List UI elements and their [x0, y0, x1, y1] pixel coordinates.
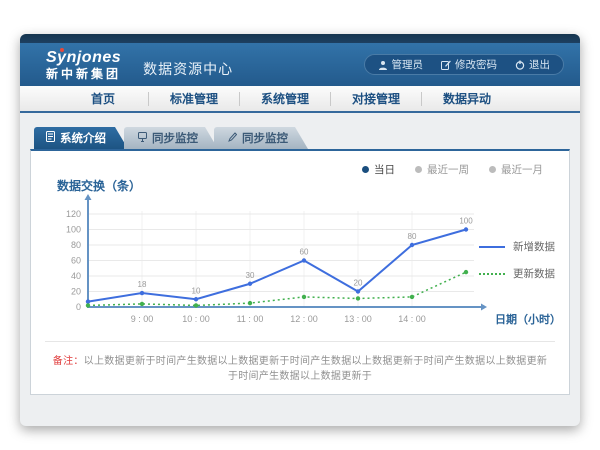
admin-user-label: 管理员 — [392, 57, 424, 72]
period-label: 当日 — [374, 162, 395, 177]
header: Synjones 新中新集团 数据资源中心 管理员 修改密码 — [20, 43, 580, 86]
period-option-last-month[interactable]: 最近一月 — [489, 161, 543, 177]
legend-item-new-data[interactable]: 新增数据 — [479, 239, 555, 254]
chart-container: 0 20 40 60 80 100 120 9 : 00 10 : 00 11 : 00 12 : … — [31, 193, 571, 333]
legend-label: 新增数据 — [513, 239, 555, 254]
main-nav: 首页 标准管理 系统管理 对接管理 数据异动 — [20, 86, 580, 113]
period-option-last-week[interactable]: 最近一周 — [415, 161, 469, 177]
period-label: 最近一月 — [501, 162, 543, 177]
svg-text:40: 40 — [71, 271, 81, 281]
edit-icon — [441, 60, 451, 70]
svg-text:14 : 00: 14 : 00 — [398, 314, 426, 324]
radio-dot-icon — [415, 166, 422, 173]
logout-button[interactable]: 退出 — [506, 57, 559, 72]
svg-text:20: 20 — [71, 287, 81, 297]
tab-bar: 系统介绍 同步监控 同步监控 — [30, 127, 570, 149]
svg-text:10: 10 — [192, 286, 201, 295]
user-menu: 管理员 修改密码 退出 — [364, 54, 565, 75]
nav-item-system-mgmt[interactable]: 系统管理 — [240, 90, 330, 107]
tab-system-intro[interactable]: 系统介绍 — [34, 127, 128, 149]
nav-item-home[interactable]: 首页 — [58, 90, 148, 107]
svg-text:12 : 00: 12 : 00 — [290, 314, 318, 324]
series-legend: 新增数据 更新数据 — [479, 239, 555, 281]
svg-text:20: 20 — [354, 279, 363, 288]
top-strip — [20, 34, 580, 43]
logout-label: 退出 — [529, 57, 550, 72]
nav-item-data-change[interactable]: 数据异动 — [422, 90, 512, 107]
svg-text:120: 120 — [66, 209, 81, 219]
app-window: Synjones 新中新集团 数据资源中心 管理员 修改密码 — [20, 34, 580, 426]
power-icon — [515, 60, 525, 70]
tab-label: 同步监控 — [242, 130, 288, 146]
y-axis-title: 数据交换（条） — [57, 177, 569, 193]
tab-sync-monitor-1[interactable]: 同步监控 — [124, 127, 218, 149]
brand-logo[interactable]: Synjones 新中新集团 — [46, 50, 121, 80]
svg-text:30: 30 — [246, 271, 255, 280]
tab-label: 同步监控 — [152, 130, 198, 146]
svg-text:9 : 00: 9 : 00 — [131, 314, 154, 324]
content-area: 系统介绍 同步监控 同步监控 — [20, 113, 580, 426]
svg-text:80: 80 — [408, 232, 417, 241]
change-password-button[interactable]: 修改密码 — [432, 57, 506, 72]
period-option-today[interactable]: 当日 — [362, 161, 395, 177]
legend-item-update-data[interactable]: 更新数据 — [479, 266, 555, 281]
tab-label: 系统介绍 — [60, 130, 106, 146]
svg-text:0: 0 — [76, 302, 81, 312]
svg-text:11 : 00: 11 : 00 — [237, 314, 264, 324]
page-title: 数据资源中心 — [143, 59, 233, 79]
svg-text:10 : 00: 10 : 00 — [182, 314, 210, 324]
radio-dot-icon — [489, 166, 496, 173]
period-selector: 当日 最近一周 最近一月 — [31, 151, 569, 177]
svg-text:60: 60 — [300, 248, 309, 257]
period-label: 最近一周 — [427, 162, 469, 177]
svg-text:100: 100 — [66, 225, 81, 235]
content-panel: 当日 最近一周 最近一月 数据交换（条） 0 20 40 60 80 100 120 9 : … — [30, 149, 570, 395]
green-dotted-swatch-icon — [479, 273, 505, 275]
footnote-text: 以上数据更新于时间产生数据以上数据更新于时间产生数据以上数据更新于时间产生数据以… — [84, 356, 548, 382]
document-icon — [46, 131, 55, 145]
svg-text:13 : 00: 13 : 00 — [344, 314, 372, 324]
footnote-label: 备注： — [53, 356, 84, 367]
nav-item-interface-mgmt[interactable]: 对接管理 — [331, 90, 421, 107]
svg-text:100: 100 — [459, 217, 473, 226]
change-password-label: 修改密码 — [455, 57, 497, 72]
footnote: 备注：以上数据更新于时间产生数据以上数据更新于时间产生数据以上数据更新于时间产生… — [31, 342, 569, 382]
admin-user-button[interactable]: 管理员 — [369, 57, 433, 72]
svg-text:80: 80 — [71, 240, 81, 250]
blue-line-swatch-icon — [479, 246, 505, 248]
tab-sync-monitor-2[interactable]: 同步监控 — [214, 127, 308, 149]
legend-label: 更新数据 — [513, 266, 555, 281]
svg-text:18: 18 — [138, 280, 147, 289]
brand-subtitle: 新中新集团 — [46, 68, 121, 80]
pencil-icon — [228, 132, 237, 145]
brand-name: Synjones — [46, 50, 121, 66]
screen: Synjones 新中新集团 数据资源中心 管理员 修改密码 — [0, 0, 600, 450]
svg-text:日期（小时）: 日期（小时） — [495, 312, 561, 326]
user-icon — [378, 60, 388, 70]
radio-dot-icon — [362, 166, 369, 173]
brand-dot-icon — [60, 48, 64, 52]
monitor-icon — [138, 132, 147, 145]
nav-item-standard-mgmt[interactable]: 标准管理 — [149, 90, 239, 107]
svg-text:60: 60 — [71, 256, 81, 266]
